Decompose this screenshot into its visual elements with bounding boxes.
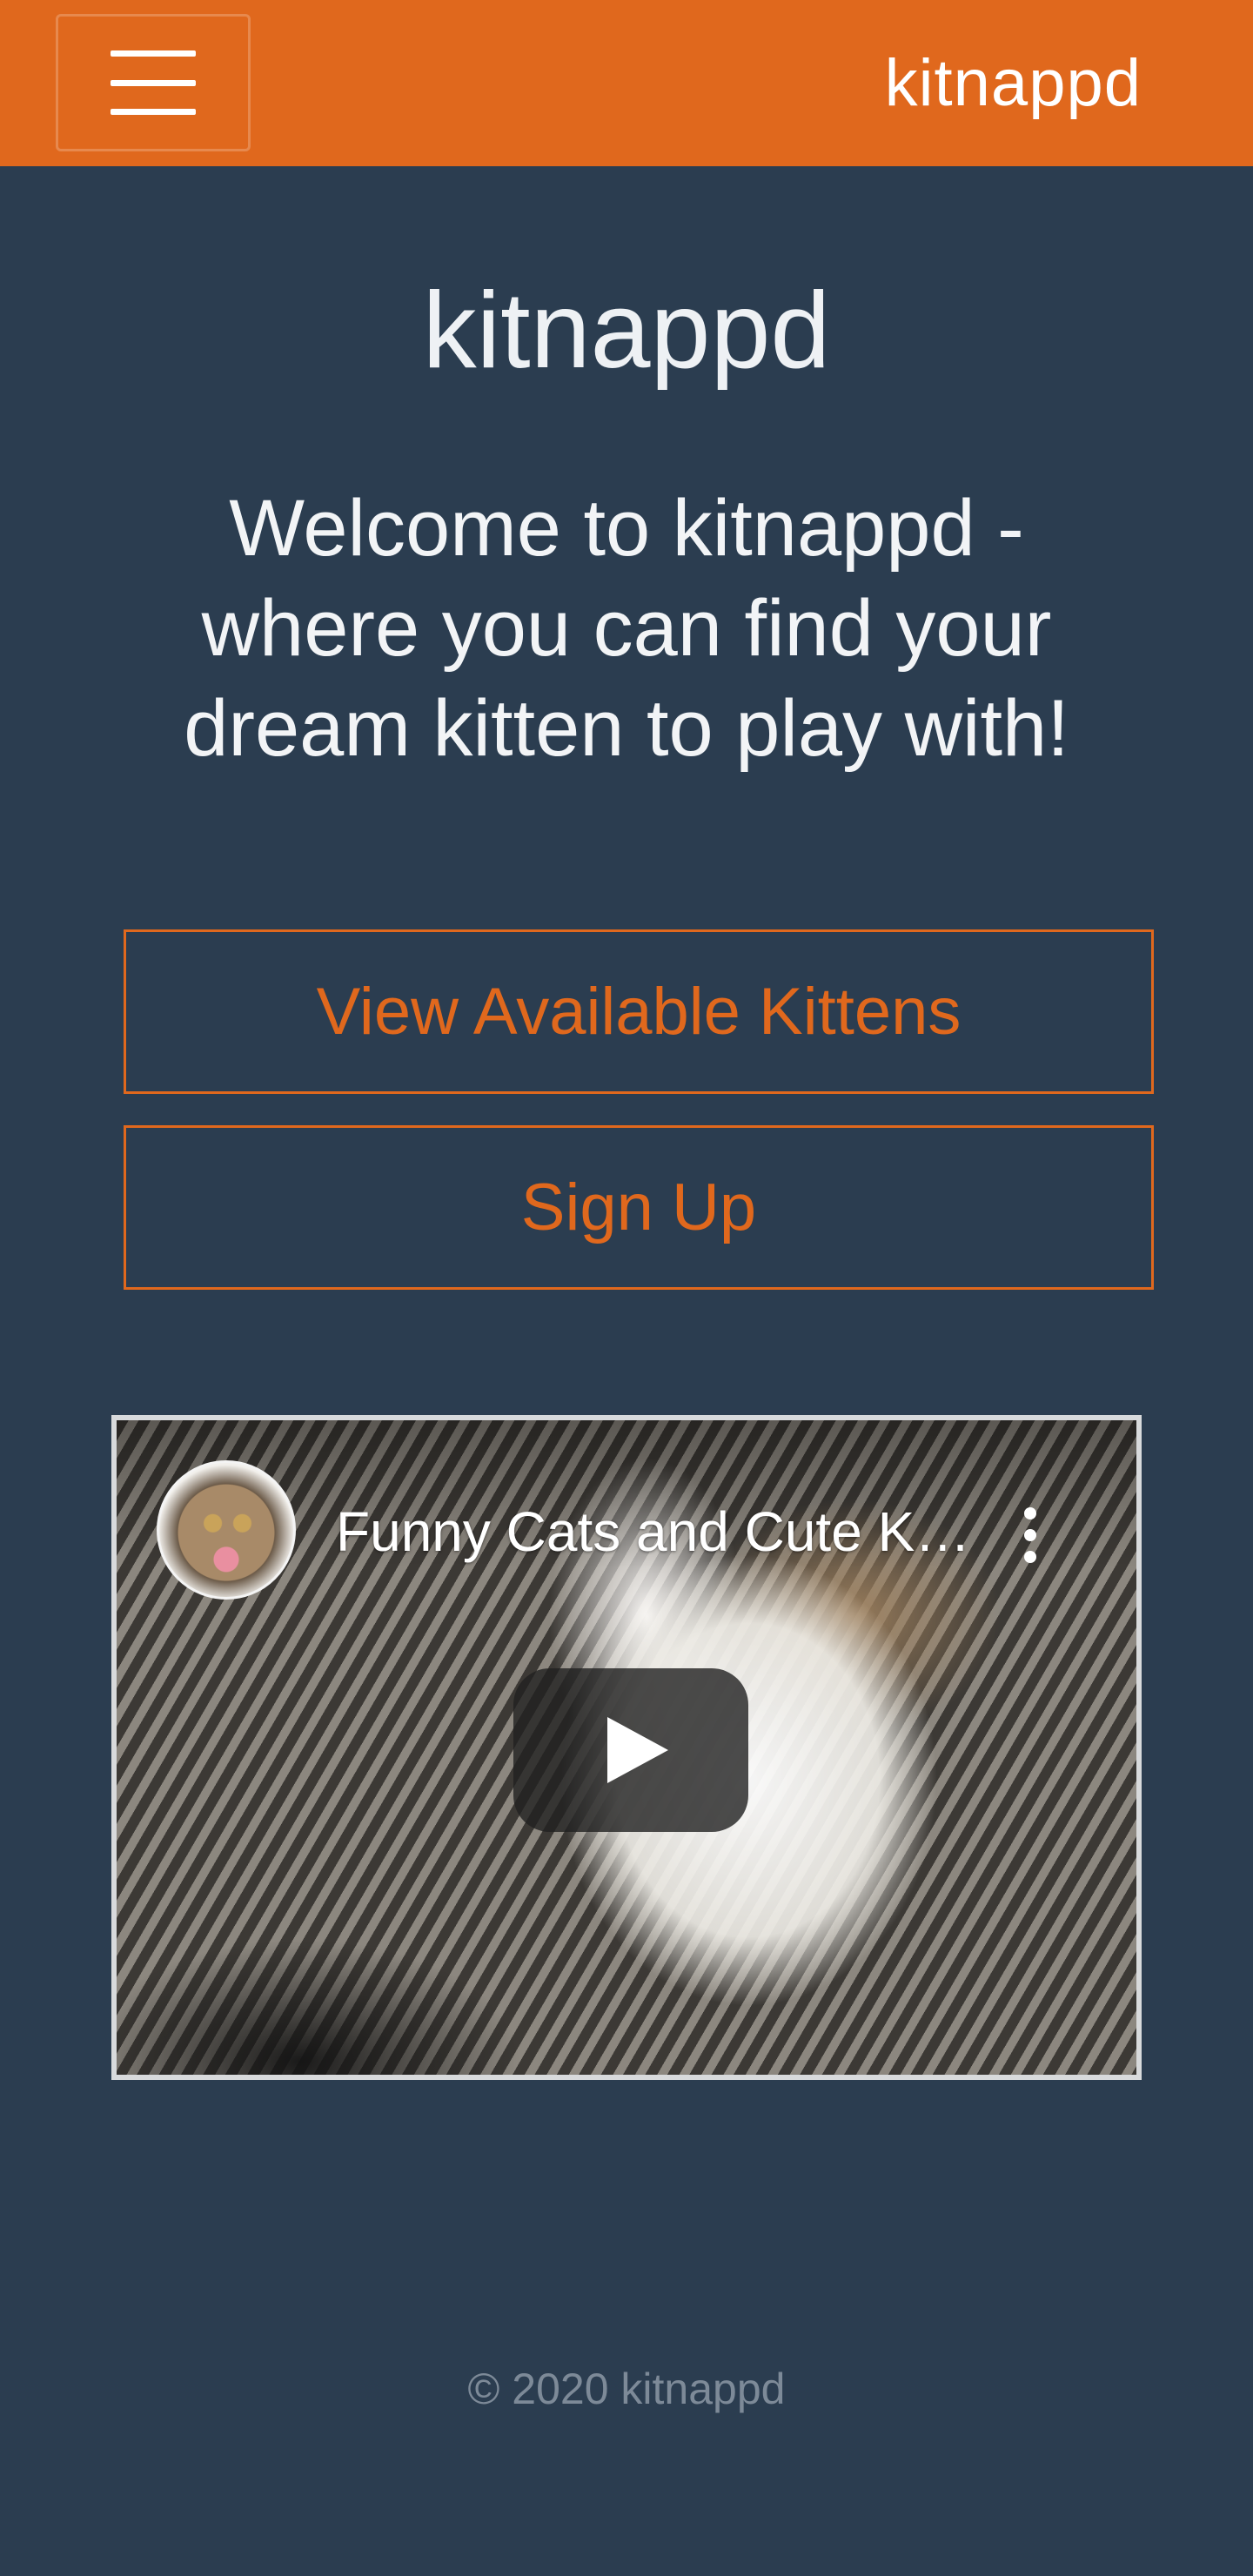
more-vertical-icon[interactable]: [1013, 1507, 1048, 1563]
menu-toggle-button[interactable]: [56, 14, 251, 151]
channel-avatar[interactable]: [157, 1460, 296, 1600]
hamburger-menu-icon: [111, 50, 196, 115]
footer-copyright: © 2020 kitnappd: [467, 2365, 786, 2413]
sign-up-button[interactable]: Sign Up: [124, 1125, 1154, 1290]
video-title[interactable]: Funny Cats and Cute Kittens: [336, 1497, 980, 1566]
play-icon[interactable]: [513, 1668, 748, 1832]
page-title: kitnappd: [422, 271, 831, 391]
view-kittens-button[interactable]: View Available Kittens: [124, 929, 1154, 1094]
navbar: kitnappd: [0, 0, 1253, 166]
navbar-brand[interactable]: kitnappd: [885, 42, 1142, 125]
welcome-subtitle: Welcome to kitnappd - where you can find…: [184, 484, 1069, 773]
video-player[interactable]: Funny Cats and Cute Kittens: [111, 1415, 1142, 2080]
